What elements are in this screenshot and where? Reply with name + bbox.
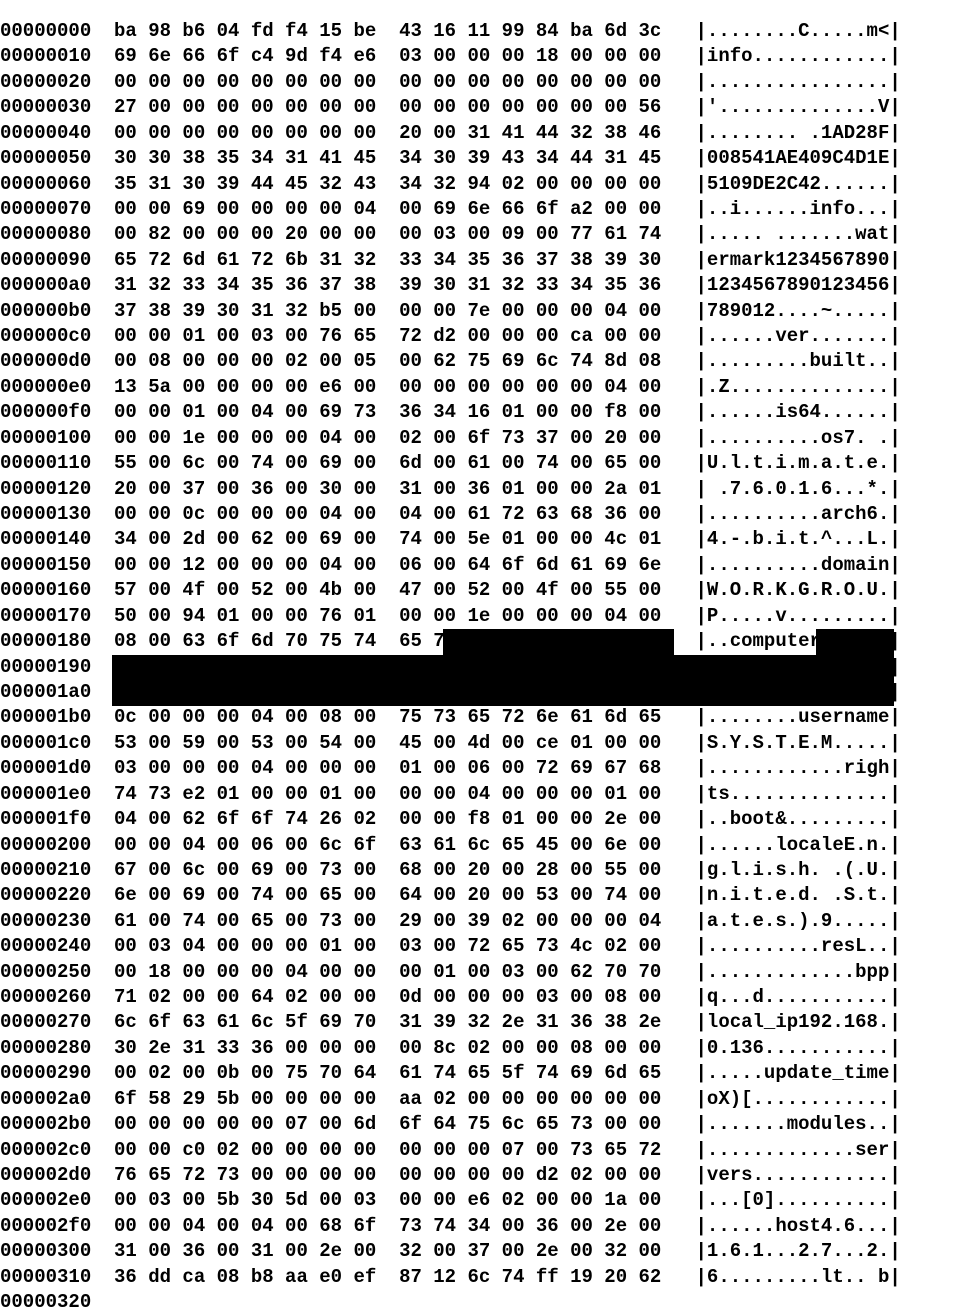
hexdump-row: 00000230 61 00 74 00 65 00 73 00 29 00 3… bbox=[0, 909, 974, 934]
hexdump-row: 00000260 71 02 00 00 64 02 00 00 0d 00 0… bbox=[0, 985, 974, 1010]
hexdump-row: 00000150 00 00 12 00 00 00 04 00 06 00 6… bbox=[0, 553, 974, 578]
hexdump-row: 000001c0 53 00 59 00 53 00 54 00 45 00 4… bbox=[0, 731, 974, 756]
hexdump-row: 000000e0 13 5a 00 00 00 00 e6 00 00 00 0… bbox=[0, 375, 974, 400]
hexdump-row: 000000c0 00 00 01 00 03 00 76 65 72 d2 0… bbox=[0, 324, 974, 349]
hexdump-row: 00000140 34 00 2d 00 62 00 69 00 74 00 5… bbox=[0, 527, 974, 552]
hexdump-row: 00000310 36 dd ca 08 b8 aa e0 ef 87 12 6… bbox=[0, 1265, 974, 1290]
hexdump-row: 00000190 | | bbox=[0, 655, 974, 680]
hexdump-row: 00000000 ba 98 b6 04 fd f4 15 be 43 16 1… bbox=[0, 19, 974, 44]
hexdump-row: 000000d0 00 08 00 00 00 02 00 05 00 62 7… bbox=[0, 349, 974, 374]
redaction-block bbox=[112, 655, 894, 681]
hexdump-row: 00000040 00 00 00 00 00 00 00 00 20 00 3… bbox=[0, 121, 974, 146]
hexdump-row: 000002a0 6f 58 29 5b 00 00 00 00 aa 02 0… bbox=[0, 1087, 974, 1112]
hexdump-row: 00000280 30 2e 31 33 36 00 00 00 00 8c 0… bbox=[0, 1036, 974, 1061]
hexdump: 00000000 ba 98 b6 04 fd f4 15 be 43 16 1… bbox=[0, 19, 974, 1316]
hexdump-row: 000001d0 03 00 00 00 04 00 00 00 01 00 0… bbox=[0, 756, 974, 781]
hexdump-row: 000002f0 00 00 04 00 04 00 68 6f 73 74 3… bbox=[0, 1214, 974, 1239]
hexdump-row: 000001f0 04 00 62 6f 6f 74 26 02 00 00 f… bbox=[0, 807, 974, 832]
hexdump-row: 000002b0 00 00 00 00 00 07 00 6d 6f 64 7… bbox=[0, 1112, 974, 1137]
hexdump-row: 000002e0 00 03 00 5b 30 5d 00 03 00 00 e… bbox=[0, 1188, 974, 1213]
hexdump-row: 00000050 30 30 38 35 34 31 41 45 34 30 3… bbox=[0, 146, 974, 171]
hexdump-row: 00000200 00 00 04 00 06 00 6c 6f 63 61 6… bbox=[0, 833, 974, 858]
hexdump-row: 000002d0 76 65 72 73 00 00 00 00 00 00 0… bbox=[0, 1163, 974, 1188]
hexdump-row: 000002c0 00 00 c0 02 00 00 00 00 00 00 0… bbox=[0, 1138, 974, 1163]
hexdump-row: 000000f0 00 00 01 00 04 00 69 73 36 34 1… bbox=[0, 400, 974, 425]
redaction-block bbox=[443, 629, 674, 655]
hexdump-row: 00000240 00 03 04 00 00 00 01 00 03 00 7… bbox=[0, 934, 974, 959]
hexdump-row: 000001a0 | | bbox=[0, 680, 974, 705]
hexdump-row: 00000060 35 31 30 39 44 45 32 43 34 32 9… bbox=[0, 172, 974, 197]
redaction-block bbox=[112, 680, 894, 706]
hexdump-row: 00000170 50 00 94 01 00 00 76 01 00 00 1… bbox=[0, 604, 974, 629]
hexdump-row: 00000270 6c 6f 63 61 6c 5f 69 70 31 39 3… bbox=[0, 1010, 974, 1035]
hexdump-row: 00000090 65 72 6d 61 72 6b 31 32 33 34 3… bbox=[0, 248, 974, 273]
hexdump-row: 000001e0 74 73 e2 01 00 00 01 00 00 00 0… bbox=[0, 782, 974, 807]
hexdump-row: 00000320 bbox=[0, 1290, 974, 1315]
hexdump-row: 00000020 00 00 00 00 00 00 00 00 00 00 0… bbox=[0, 70, 974, 95]
hexdump-row: 00000130 00 00 0c 00 00 00 04 00 04 00 6… bbox=[0, 502, 974, 527]
hexdump-row: 00000120 20 00 37 00 36 00 30 00 31 00 3… bbox=[0, 477, 974, 502]
hexdump-row: 000000b0 37 38 39 30 31 32 b5 00 00 00 7… bbox=[0, 299, 974, 324]
hexdump-row: 00000010 69 6e 66 6f c4 9d f4 e6 03 00 0… bbox=[0, 44, 974, 69]
hexdump-row: 00000300 31 00 36 00 31 00 2e 00 32 00 3… bbox=[0, 1239, 974, 1264]
hexdump-row: 00000160 57 00 4f 00 52 00 4b 00 47 00 5… bbox=[0, 578, 974, 603]
hexdump-row: 00000100 00 00 1e 00 00 00 04 00 02 00 6… bbox=[0, 426, 974, 451]
hexdump-row: 00000180 08 00 63 6f 6d 70 75 74 65 72 |… bbox=[0, 629, 974, 654]
hexdump-row: 00000110 55 00 6c 00 74 00 69 00 6d 00 6… bbox=[0, 451, 974, 476]
hexdump-row: 00000030 27 00 00 00 00 00 00 00 00 00 0… bbox=[0, 95, 974, 120]
redaction-block bbox=[816, 629, 894, 655]
hexdump-row: 00000080 00 82 00 00 00 20 00 00 00 03 0… bbox=[0, 222, 974, 247]
hexdump-row: 00000220 6e 00 69 00 74 00 65 00 64 00 2… bbox=[0, 883, 974, 908]
hexdump-row: 000000a0 31 32 33 34 35 36 37 38 39 30 3… bbox=[0, 273, 974, 298]
hexdump-row: 00000070 00 00 69 00 00 00 00 04 00 69 6… bbox=[0, 197, 974, 222]
hexdump-row: 000001b0 0c 00 00 00 04 00 08 00 75 73 6… bbox=[0, 705, 974, 730]
hexdump-row: 00000290 00 02 00 0b 00 75 70 64 61 74 6… bbox=[0, 1061, 974, 1086]
hexdump-row: 00000210 67 00 6c 00 69 00 73 00 68 00 2… bbox=[0, 858, 974, 883]
hexdump-row: 00000250 00 18 00 00 00 04 00 00 00 01 0… bbox=[0, 960, 974, 985]
